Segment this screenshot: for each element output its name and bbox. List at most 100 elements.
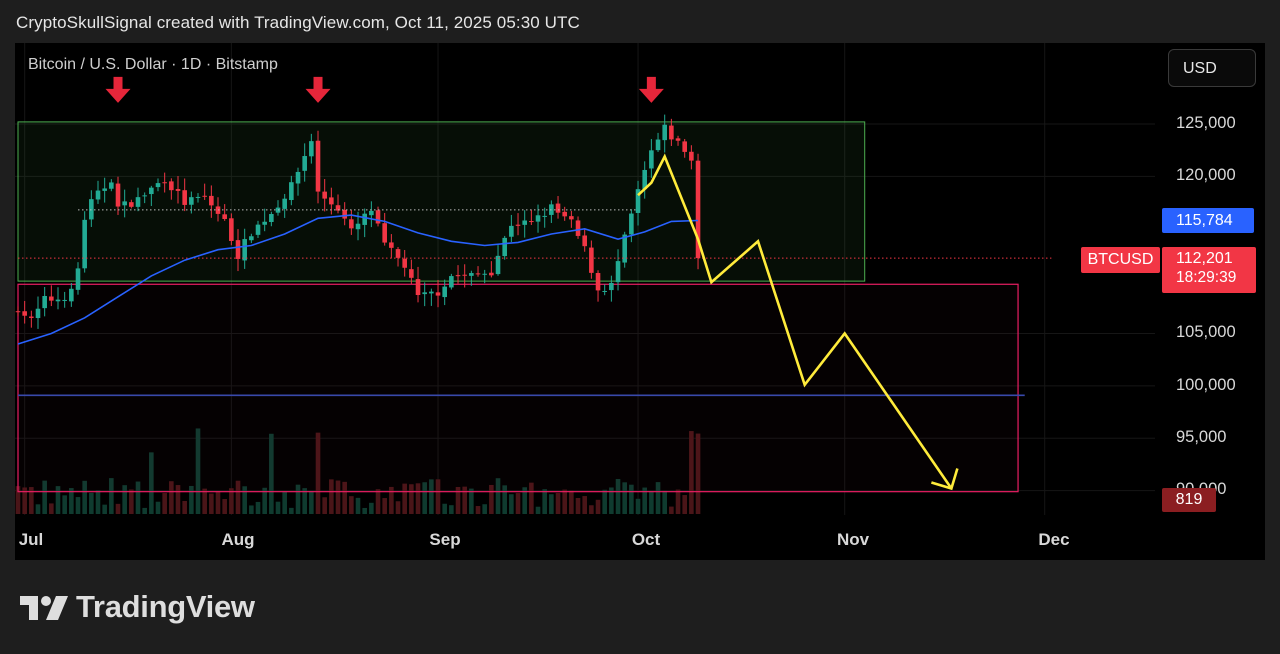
candle-body-down: [315, 140, 321, 192]
candle-body-up: [355, 223, 361, 230]
candle-body-down: [489, 272, 494, 276]
candle-body-down: [515, 224, 521, 226]
volume-bar: [349, 496, 354, 514]
candle-body-down: [569, 216, 574, 220]
time-axis-tick: Jul: [18, 530, 44, 549]
candle-body-up: [102, 188, 107, 191]
down-arrow-icon: [638, 76, 664, 103]
candle-body-down: [409, 269, 414, 278]
candle-body-up: [655, 139, 661, 151]
attribution-header: CryptoSkullSignal created with TradingVi…: [16, 13, 580, 32]
price-axis-tick: 125,000: [1176, 114, 1236, 132]
candle-body-down: [129, 202, 134, 207]
volume-bar: [289, 507, 294, 514]
price-chart[interactable]: [15, 43, 1265, 560]
candle-body-down: [375, 210, 381, 224]
volume-bar: [369, 502, 374, 514]
chart-panel[interactable]: [15, 43, 1265, 560]
candle-body-up: [255, 224, 261, 235]
price-axis-tick: 120,000: [1176, 166, 1236, 184]
volume-bar: [322, 497, 327, 514]
volume-bar: [469, 488, 474, 514]
volume-bar: [602, 489, 607, 514]
volume-bar: [675, 489, 681, 514]
candle-body-down: [529, 221, 534, 223]
candle-body-up: [649, 150, 654, 169]
candle-body-down: [382, 223, 387, 243]
candle-body-down: [595, 272, 601, 291]
volume-bar: [95, 490, 101, 514]
currency-button[interactable]: USD: [1168, 49, 1256, 87]
last-price-tag: 112,201 18:29:39: [1162, 247, 1256, 293]
candle-body-down: [589, 247, 594, 273]
candle-body-up: [449, 276, 454, 288]
candle-body-down: [402, 258, 407, 268]
time-axis-tick: Oct: [631, 530, 661, 549]
candle-body-up: [309, 141, 314, 157]
candle-body-down: [435, 292, 441, 296]
candle-body-up: [522, 220, 527, 225]
volume-bar: [562, 489, 567, 514]
time-axis-tick: Sep: [429, 530, 461, 549]
candle-body-down: [235, 240, 241, 259]
volume-bar: [575, 497, 581, 514]
candle-body-up: [615, 261, 621, 283]
volume-bar: [89, 492, 94, 514]
volume-bar: [209, 493, 214, 514]
candle-body-up: [602, 290, 607, 292]
volume-bar: [249, 505, 254, 514]
candle-body-up: [262, 221, 267, 225]
candle-body-down: [162, 182, 167, 184]
volume-bar: [535, 506, 541, 514]
volume-bar: [475, 506, 481, 514]
down-arrow-icon: [305, 76, 331, 103]
tradingview-wordmark[interactable]: TradingView: [76, 589, 255, 625]
candle-body-up: [302, 156, 307, 171]
candle-body-up: [282, 198, 287, 209]
candle-body-down: [342, 209, 347, 219]
last-price-value: 112,201: [1176, 250, 1233, 267]
candle-body-up: [242, 239, 247, 261]
candle-body-up: [495, 255, 501, 275]
candle-body-up: [142, 195, 147, 197]
symbol-tag: BTCUSD: [1081, 247, 1160, 273]
candle-body-up: [429, 291, 434, 294]
volume-bar: [382, 498, 387, 514]
candle-body-down: [682, 141, 687, 152]
volume-bar: [375, 489, 381, 514]
candle-body-up: [289, 182, 294, 201]
bar-countdown: 18:29:39: [1176, 269, 1237, 286]
time-axis-tick: Nov: [836, 530, 870, 549]
volume-bar: [442, 503, 447, 514]
candle-body-up: [609, 282, 614, 291]
volume-bar: [515, 493, 521, 514]
candle-body-down: [329, 197, 334, 205]
candle-body-down: [349, 219, 354, 229]
volume-bar: [509, 494, 514, 514]
candle-body-down: [389, 242, 394, 248]
volume-bar: [115, 503, 121, 514]
candle-body-down: [455, 275, 461, 277]
symbol-title: Bitcoin / U.S. Dollar · 1D · Bitstamp: [28, 56, 278, 73]
candle-body-down: [15, 311, 21, 313]
volume-bar: [275, 501, 281, 514]
volume-bar: [35, 504, 41, 514]
candle-body-up: [55, 299, 61, 302]
candle-body-up: [662, 124, 667, 141]
tradingview-logo-icon[interactable]: [18, 590, 70, 626]
volume-bar: [162, 493, 167, 514]
volume-bar: [155, 501, 161, 514]
volume-bar: [309, 490, 314, 514]
volume-bar: [669, 506, 674, 514]
lower-target-box: [17, 283, 1019, 493]
candle-body-up: [109, 182, 114, 189]
volume-bar: [682, 495, 687, 514]
candle-body-up: [189, 197, 194, 205]
volume-bar: [215, 491, 221, 514]
volume-bar: [482, 504, 487, 514]
volume-bar: [142, 507, 147, 514]
volume-bar: [595, 499, 601, 514]
candle-body-down: [575, 220, 581, 236]
volume-bar: [542, 489, 547, 514]
volume-bar: [582, 496, 587, 514]
